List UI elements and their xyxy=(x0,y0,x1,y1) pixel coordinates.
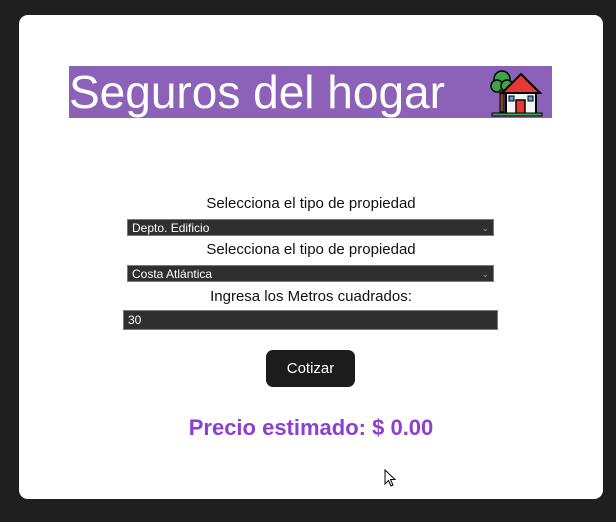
property-type-value: Depto. Edificio xyxy=(132,221,210,235)
title-banner: Seguros del hogar xyxy=(69,66,552,118)
location-value: Costa Atlántica xyxy=(132,267,213,281)
location-label: Selecciona el tipo de propiedad xyxy=(206,241,416,258)
cotizar-button[interactable]: Cotizar xyxy=(266,350,355,387)
property-type-label: Selecciona el tipo de propiedad xyxy=(206,195,416,212)
chevron-down-icon: ⌄ xyxy=(481,223,489,233)
property-type-select[interactable]: Depto. Edificio ⌄ xyxy=(127,219,494,236)
page-title: Seguros del hogar xyxy=(69,66,445,118)
meters-value: 30 xyxy=(128,313,142,327)
meters-input[interactable]: 30 xyxy=(123,310,498,330)
chevron-down-icon: ⌄ xyxy=(481,269,489,279)
mouse-cursor-icon xyxy=(384,469,397,487)
house-with-tree-icon xyxy=(490,70,543,117)
meters-label: Ingresa los Metros cuadrados: xyxy=(210,288,412,305)
main-card: Seguros del hogar Selecciona el tipo de … xyxy=(19,15,603,499)
estimated-price: Precio estimado: $ 0.00 xyxy=(188,415,434,440)
location-select[interactable]: Costa Atlántica ⌄ xyxy=(127,265,494,282)
